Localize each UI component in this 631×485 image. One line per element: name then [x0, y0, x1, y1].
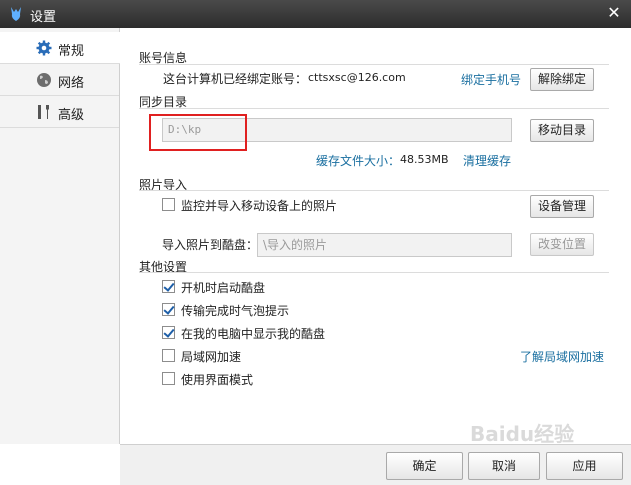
- cancel-button[interactable]: 取消: [468, 452, 540, 480]
- checkbox-box[interactable]: [162, 326, 175, 339]
- checkbox-label: 局域网加速: [181, 350, 242, 364]
- cache-size-value: 48.53MB: [400, 153, 449, 166]
- checkbox-box[interactable]: [162, 303, 175, 316]
- clear-cache-link[interactable]: 清理缓存: [463, 152, 511, 169]
- checkbox-label: 监控并导入移动设备上的照片: [181, 199, 338, 213]
- divider: [139, 64, 609, 65]
- checkbox-box[interactable]: [162, 280, 175, 293]
- close-icon[interactable]: ✕: [605, 4, 623, 22]
- sidebar: 常规 网络 高级: [0, 28, 120, 444]
- sidebar-item-label: 网络: [58, 76, 85, 91]
- watermark: Baidu经验: [470, 422, 575, 446]
- cache-size-label: 缓存文件大小：: [316, 154, 401, 168]
- divider: [139, 272, 609, 273]
- move-directory-button[interactable]: 移动目录: [530, 119, 594, 142]
- title-bar: 设置 ✕: [0, 0, 631, 28]
- tools-icon: [38, 105, 49, 119]
- checkbox-label: 在我的电脑中显示我的酷盘: [181, 327, 326, 341]
- sidebar-item-general[interactable]: 常规: [0, 32, 120, 64]
- bound-account-label: 这台计算机已经绑定账号：: [163, 72, 308, 86]
- checkbox-label: 使用界面模式: [181, 373, 254, 387]
- learn-lan-link[interactable]: 了解局域网加速: [520, 348, 604, 365]
- ok-button[interactable]: 确定: [386, 452, 463, 480]
- device-management-button[interactable]: 设备管理: [530, 195, 594, 218]
- app-logo-icon: [11, 7, 21, 21]
- checkbox-box[interactable]: [162, 372, 175, 385]
- dialog-footer: 确定 取消 应用: [120, 444, 631, 485]
- bound-account-email: cttsxsc@126.com: [308, 71, 406, 84]
- globe-icon: [37, 73, 51, 87]
- bind-phone-link[interactable]: 绑定手机号: [461, 71, 521, 88]
- checkbox-box[interactable]: [162, 198, 175, 211]
- import-path-field[interactable]: \导入的照片: [257, 233, 512, 257]
- unbind-button[interactable]: 解除绑定: [530, 68, 594, 91]
- divider: [139, 108, 609, 109]
- divider: [139, 190, 609, 191]
- import-to-label: 导入照片到酷盘：: [162, 238, 259, 252]
- highlight-annotation: [149, 114, 247, 151]
- checkbox-label: 开机时启动酷盘: [181, 281, 266, 295]
- sidebar-item-advanced[interactable]: 高级: [0, 96, 119, 128]
- checkbox-label: 传输完成时气泡提示: [181, 304, 290, 318]
- sidebar-item-label: 高级: [58, 108, 85, 123]
- gear-icon: [36, 40, 52, 56]
- apply-button[interactable]: 应用: [546, 452, 623, 480]
- sidebar-item-label: 常规: [58, 44, 85, 59]
- change-location-button[interactable]: 改变位置: [530, 233, 594, 256]
- sidebar-item-network[interactable]: 网络: [0, 64, 119, 96]
- checkbox-box[interactable]: [162, 349, 175, 362]
- window-title: 设置: [30, 10, 57, 25]
